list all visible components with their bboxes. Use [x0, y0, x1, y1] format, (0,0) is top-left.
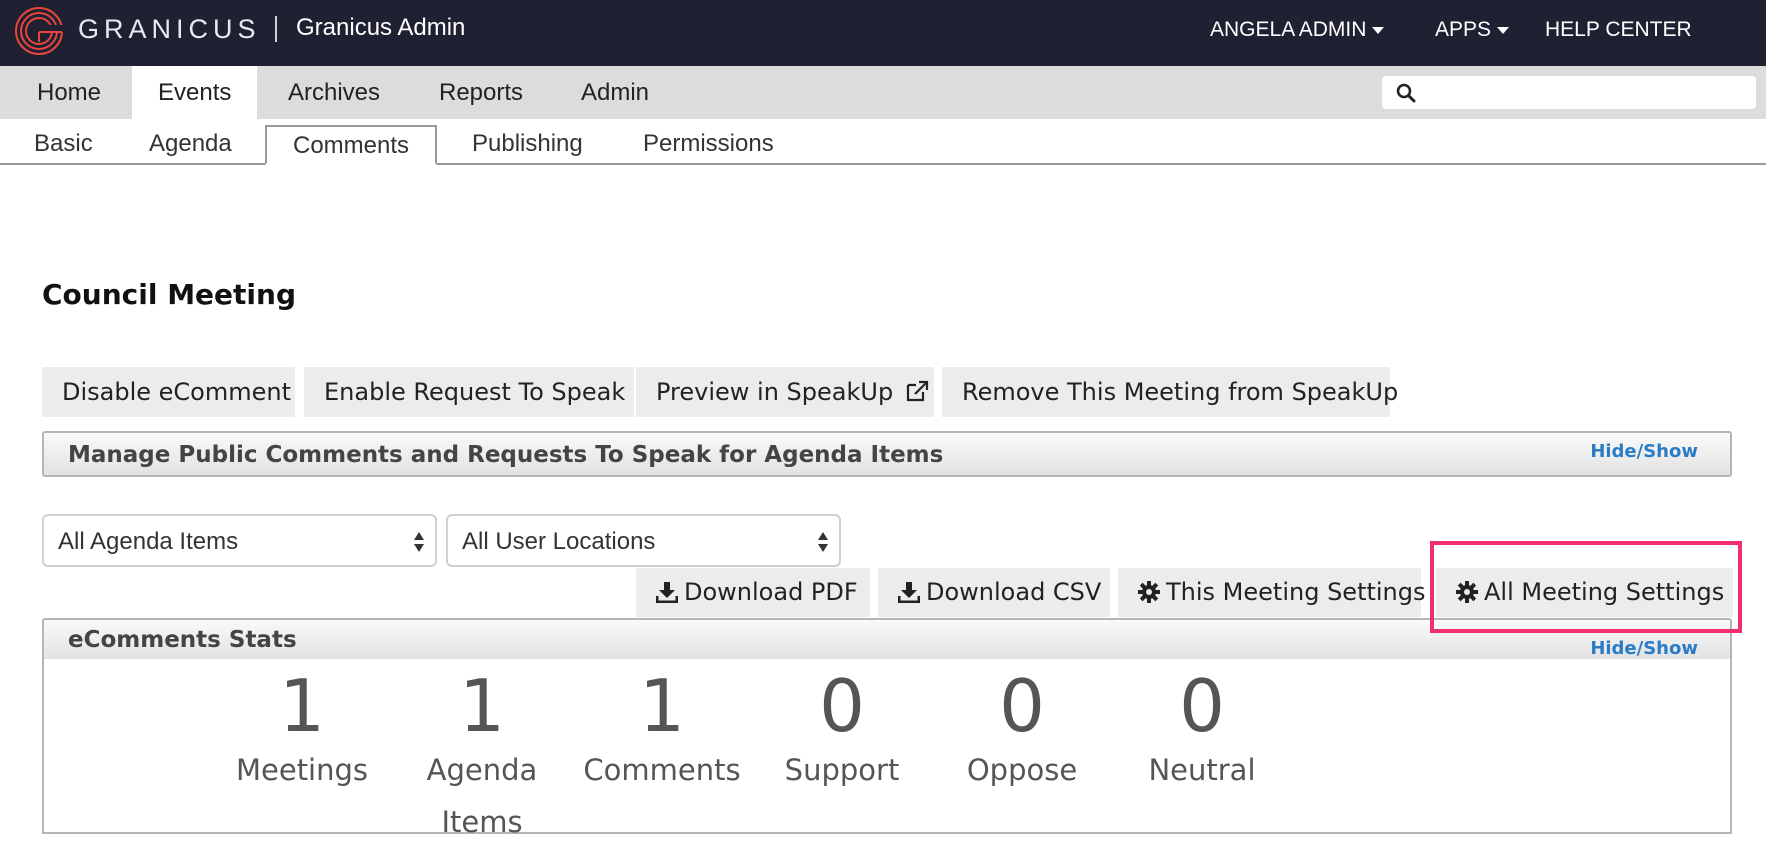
manage-comments-hide-show-link[interactable]: Hide/Show	[1590, 441, 1698, 462]
this-meeting-settings-button[interactable]: This Meeting Settings	[1118, 568, 1426, 617]
page-title: Council Meeting	[42, 278, 296, 311]
main-tab-reports[interactable]: Reports	[413, 66, 549, 119]
gear-icon	[1138, 581, 1160, 603]
search-input[interactable]	[1422, 78, 1746, 108]
user-locations-select-value: All User Locations	[462, 528, 656, 555]
download-pdf-button[interactable]: Download PDF	[636, 568, 870, 617]
stat-agenda-items: 1 Agenda Items	[402, 668, 562, 848]
sub-tab-agenda[interactable]: Agenda	[123, 125, 258, 162]
user-menu[interactable]: ANGELA ADMIN	[1210, 18, 1385, 42]
user-locations-select[interactable]: All User Locations	[446, 514, 841, 567]
search-icon[interactable]	[1396, 83, 1416, 103]
stat-support-label: Support	[784, 753, 900, 787]
stat-oppose-value: 0	[999, 664, 1045, 748]
stat-meetings-label: Meetings	[235, 753, 369, 787]
select-updown-icon	[818, 532, 828, 552]
main-tab-events[interactable]: Events	[132, 66, 258, 119]
stat-meetings: 1 Meetings	[222, 668, 382, 796]
download-icon	[655, 582, 679, 604]
enable-request-to-speak-button[interactable]: Enable Request To Speak	[304, 367, 634, 417]
stat-agenda-items-label: Agenda Items	[426, 753, 538, 839]
manage-comments-panel-header: Manage Public Comments and Requests To S…	[42, 431, 1732, 477]
sub-tab-publishing[interactable]: Publishing	[446, 125, 609, 162]
preview-in-speakup-label: Preview in SpeakUp	[656, 378, 894, 406]
sub-tab-basic[interactable]: Basic	[8, 125, 119, 162]
sub-tab-comments[interactable]: Comments	[265, 125, 438, 165]
stat-neutral: 0 Neutral	[1122, 668, 1282, 796]
main-tab-home[interactable]: Home	[11, 66, 127, 119]
main-tab-archives[interactable]: Archives	[262, 66, 406, 119]
sub-tab-permissions[interactable]: Permissions	[617, 125, 800, 162]
highlight-annotation-box	[1430, 541, 1742, 633]
disable-ecomment-button[interactable]: Disable eComment	[42, 367, 295, 417]
search-box	[1382, 76, 1756, 109]
stat-support-value: 0	[819, 664, 865, 748]
agenda-items-select-value: All Agenda Items	[58, 528, 239, 555]
app-name[interactable]: Granicus Admin	[296, 14, 465, 42]
stat-comments-label: Comments	[583, 753, 741, 787]
apps-menu[interactable]: APPS	[1435, 18, 1510, 42]
apps-menu-label: APPS	[1435, 18, 1492, 41]
brand-wordmark: GRANICUS	[78, 14, 261, 44]
stat-comments: 1 Comments	[582, 668, 742, 796]
stat-oppose-label: Oppose	[966, 753, 1078, 787]
stat-meetings-value: 1	[279, 664, 325, 748]
stat-oppose: 0 Oppose	[942, 668, 1102, 796]
stat-neutral-label: Neutral	[1148, 753, 1256, 787]
ecomments-stats-panel-title: eComments Stats	[68, 627, 297, 653]
caret-down-icon	[1497, 26, 1510, 34]
manage-comments-panel-title: Manage Public Comments and Requests To S…	[68, 442, 944, 468]
sub-nav: Basic Agenda Comments Publishing Permiss…	[0, 119, 1766, 165]
select-updown-icon	[414, 532, 424, 552]
this-meeting-settings-label: This Meeting Settings	[1166, 578, 1426, 606]
main-tab-admin[interactable]: Admin	[555, 66, 675, 119]
external-link-icon	[906, 380, 928, 402]
download-csv-button[interactable]: Download CSV	[878, 568, 1110, 617]
stat-support: 0 Support	[762, 668, 922, 796]
ecomments-stats-hide-show-link[interactable]: Hide/Show	[1590, 638, 1698, 659]
download-pdf-label: Download PDF	[684, 578, 858, 606]
stat-agenda-items-value: 1	[459, 664, 505, 748]
download-csv-label: Download CSV	[926, 578, 1102, 606]
caret-down-icon	[1372, 26, 1385, 34]
stat-neutral-value: 0	[1179, 664, 1225, 748]
main-nav: Home Events Archives Reports Admin	[0, 66, 1766, 119]
preview-in-speakup-button[interactable]: Preview in SpeakUp	[636, 367, 934, 417]
stat-comments-value: 1	[639, 664, 685, 748]
top-bar: GRANICUS Granicus Admin ANGELA ADMIN APP…	[0, 0, 1766, 66]
download-icon	[897, 582, 921, 604]
remove-meeting-from-speakup-button[interactable]: Remove This Meeting from SpeakUp	[942, 367, 1398, 417]
brand-divider	[275, 16, 277, 42]
granicus-logo-icon[interactable]	[13, 5, 65, 57]
help-center-link[interactable]: HELP CENTER	[1545, 18, 1692, 42]
agenda-items-select[interactable]: All Agenda Items	[42, 514, 437, 567]
user-menu-label: ANGELA ADMIN	[1210, 18, 1367, 41]
